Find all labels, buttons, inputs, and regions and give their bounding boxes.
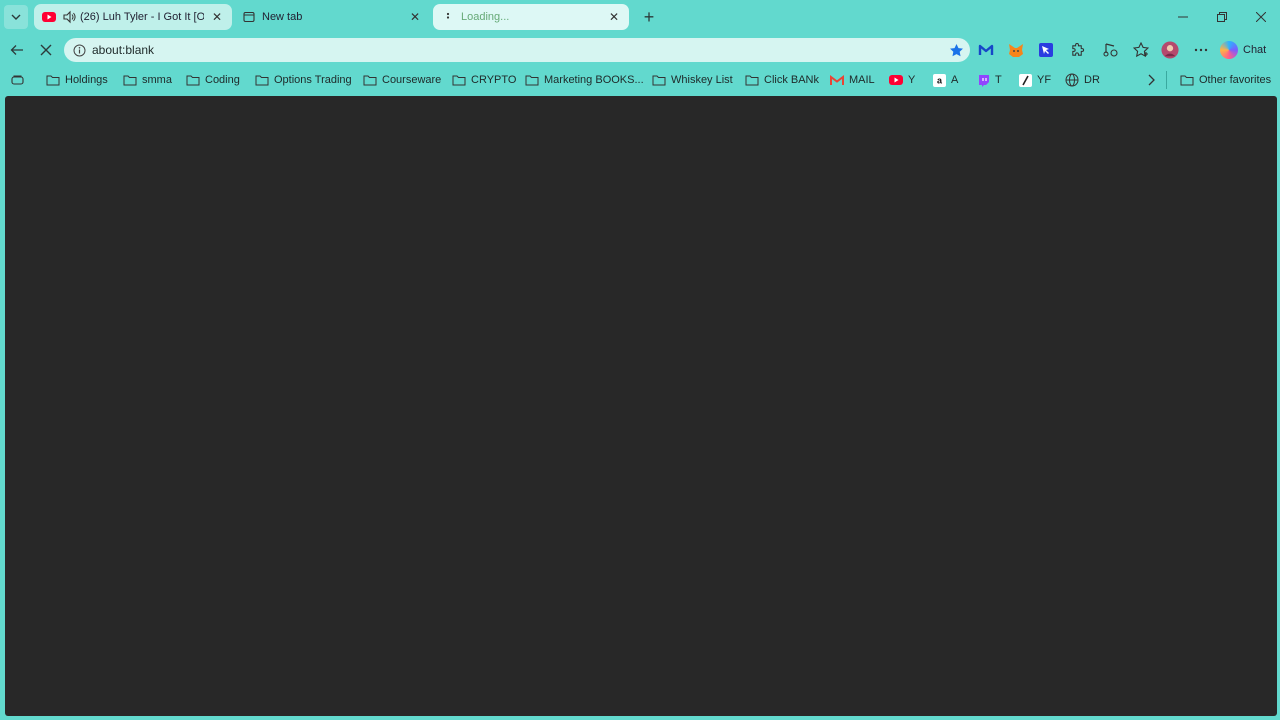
youtube-icon	[889, 73, 903, 87]
tab-title: New tab	[262, 11, 303, 23]
tab-close-icon[interactable]: ✕	[607, 10, 621, 24]
extensions-puzzle-icon[interactable]	[1068, 41, 1086, 59]
tab-title: Loading...	[461, 11, 510, 23]
bookmark-smma[interactable]: smma	[123, 72, 172, 88]
bookmark-coding[interactable]: Coding	[186, 72, 240, 88]
bookmark-label: Courseware	[382, 74, 442, 86]
tab-loading[interactable]: Loading... ✕	[433, 4, 629, 30]
close-icon	[40, 44, 52, 56]
folder-icon	[363, 73, 377, 87]
chevron-right-icon	[1144, 73, 1158, 87]
tab-title: (26) Luh Tyler - I Got It [Offic	[80, 11, 204, 23]
workspaces-button[interactable]	[10, 72, 29, 88]
bookmark-options-trading[interactable]: Options Trading	[255, 72, 352, 88]
page-content-blank[interactable]	[5, 96, 1277, 716]
chevron-down-icon	[11, 14, 21, 20]
tab-close-icon[interactable]: ✕	[210, 10, 224, 24]
bookmark-youtube[interactable]: Y	[889, 72, 915, 88]
info-icon[interactable]	[72, 43, 86, 57]
divider	[1166, 71, 1167, 89]
folder-icon	[525, 73, 539, 87]
bookmark-label: T	[995, 74, 1002, 86]
bookmark-label: MAIL	[849, 74, 875, 86]
bookmarks-overflow-button[interactable]	[1144, 72, 1163, 88]
star-filled-icon[interactable]	[948, 42, 964, 58]
folder-icon	[452, 73, 466, 87]
extension-arrow-icon[interactable]	[1037, 41, 1055, 59]
copilot-chat-button[interactable]: Chat	[1220, 39, 1266, 61]
bookmark-dr[interactable]: DR	[1065, 72, 1100, 88]
other-favorites-label: Other favorites	[1199, 74, 1272, 86]
folder-icon	[123, 73, 137, 87]
bookmark-label: A	[951, 74, 959, 86]
loading-spinner-icon	[441, 10, 455, 24]
workspaces-icon	[10, 73, 24, 87]
bookmark-label: Whiskey List	[671, 74, 733, 86]
favorites-icon[interactable]	[1132, 41, 1150, 59]
tab-close-icon[interactable]: ✕	[408, 10, 422, 24]
tab-youtube[interactable]: (26) Luh Tyler - I Got It [Offic ✕	[34, 4, 232, 30]
malwarebytes-icon[interactable]	[977, 41, 995, 59]
toolbar: about:blank Chat	[0, 34, 1280, 66]
speaker-icon[interactable]	[62, 10, 76, 24]
minimize-button[interactable]	[1164, 0, 1202, 34]
bookmark-holdings[interactable]: Holdings	[46, 72, 108, 88]
bookmark-marketing-books[interactable]: Marketing BOOKS...	[525, 72, 644, 88]
folder-icon	[46, 73, 60, 87]
folder-icon	[652, 73, 666, 87]
arrow-left-icon	[10, 45, 23, 55]
bookmark-label: Click BANk	[764, 74, 820, 86]
tab-new-tab[interactable]: New tab ✕	[234, 4, 430, 30]
tab-actions-menu-button[interactable]	[4, 5, 28, 29]
tab-strip: (26) Luh Tyler - I Got It [Offic ✕ New t…	[0, 0, 1280, 34]
bookmark-label: Coding	[205, 74, 240, 86]
bookmark-label: Holdings	[65, 74, 108, 86]
new-tab-button[interactable]: +	[639, 7, 659, 27]
twitch-icon	[976, 73, 990, 87]
close-window-button[interactable]	[1242, 0, 1280, 34]
folder-icon	[186, 73, 200, 87]
media-control-icon[interactable]	[1102, 41, 1120, 59]
bookmark-label: Marketing BOOKS...	[544, 74, 644, 86]
favorites-bar: Holdings smma Coding Options Trading Cou…	[0, 66, 1280, 94]
amazon-icon: a	[932, 73, 946, 87]
bookmark-yahoo-finance[interactable]: YF	[1018, 72, 1051, 88]
bookmark-twitch[interactable]: T	[976, 72, 1002, 88]
bookmark-label: CRYPTO	[471, 74, 517, 86]
back-button[interactable]	[6, 39, 28, 61]
copilot-icon	[1220, 41, 1238, 59]
bookmark-label: smma	[142, 74, 172, 86]
bookmark-label: Options Trading	[274, 74, 352, 86]
bookmark-amazon[interactable]: a A	[932, 72, 958, 88]
restore-icon	[1217, 12, 1227, 22]
bookmark-click-bank[interactable]: Click BANk	[745, 72, 819, 88]
bookmark-label: Y	[908, 74, 916, 86]
stop-loading-button[interactable]	[35, 39, 57, 61]
folder-icon	[1180, 73, 1194, 87]
folder-icon	[255, 73, 269, 87]
other-favorites[interactable]: Other favorites	[1180, 72, 1271, 88]
bookmark-whiskey-list[interactable]: Whiskey List	[652, 72, 733, 88]
bookmark-label: YF	[1037, 74, 1052, 86]
globe-icon	[1065, 73, 1079, 87]
minimize-icon	[1178, 16, 1188, 18]
bookmark-mail[interactable]: MAIL	[830, 72, 875, 88]
metamask-icon[interactable]	[1007, 41, 1025, 59]
profile-avatar[interactable]	[1161, 41, 1179, 59]
bookmark-courseware[interactable]: Courseware	[363, 72, 441, 88]
chat-label: Chat	[1243, 44, 1267, 56]
bookmark-crypto[interactable]: CRYPTO	[452, 72, 516, 88]
url-text[interactable]: about:blank	[92, 43, 154, 57]
youtube-icon	[42, 10, 56, 24]
close-icon	[1256, 12, 1266, 22]
address-bar[interactable]: about:blank	[64, 38, 970, 62]
gmail-icon	[830, 73, 844, 87]
newtab-page-icon	[242, 10, 256, 24]
more-menu-icon[interactable]	[1192, 41, 1210, 59]
restore-button[interactable]	[1203, 0, 1241, 34]
folder-icon	[745, 73, 759, 87]
browser-window: (26) Luh Tyler - I Got It [Offic ✕ New t…	[0, 0, 1280, 720]
yahoo-finance-icon	[1018, 73, 1032, 87]
bookmark-label: DR	[1084, 74, 1100, 86]
